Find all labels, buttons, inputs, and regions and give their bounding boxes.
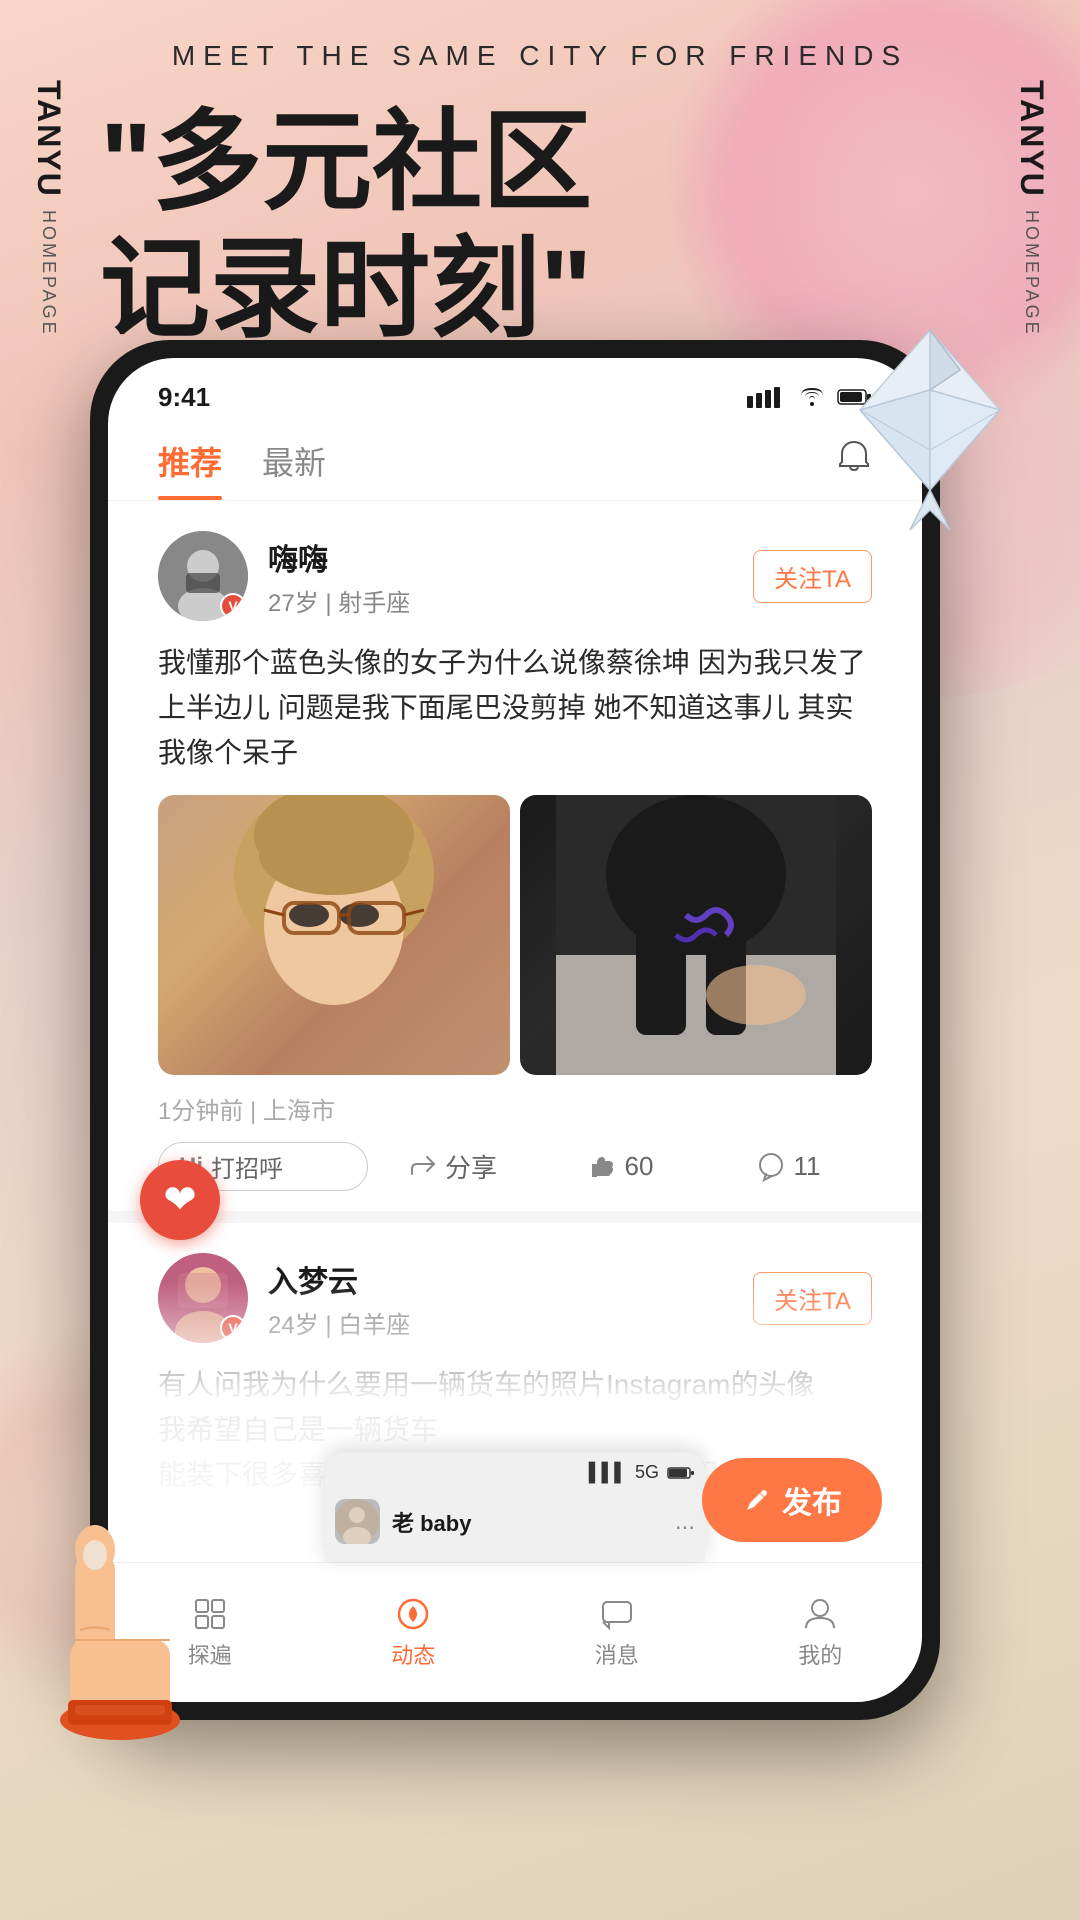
- side-text-right: TANYU HOMEPAGE: [1013, 80, 1050, 337]
- post-text-1: 我懂那个蓝色头像的女子为什么说像蔡徐坤 因为我只发了上半边儿 问题是我下面尾巴没…: [158, 641, 872, 775]
- share-btn[interactable]: 分享: [368, 1148, 536, 1185]
- heart-notification: ❤: [140, 1160, 220, 1240]
- nested-chat-name: 老 baby: [392, 1506, 663, 1538]
- messages-icon: [599, 1596, 635, 1632]
- headline-line2: 记录时刻": [100, 227, 592, 354]
- publish-label: 发布: [782, 1478, 842, 1522]
- side-text-left: TANYU HOMEPAGE: [30, 80, 67, 337]
- brand-name-right: TANYU: [1013, 80, 1050, 198]
- status-bar: 9:41: [108, 358, 922, 418]
- post-image-1a[interactable]: [158, 795, 510, 1075]
- nav-messages[interactable]: 消息: [595, 1596, 639, 1670]
- share-icon: [407, 1152, 437, 1182]
- phone-screen: 9:41: [108, 358, 922, 1702]
- brand-name-left: TANYU: [30, 80, 67, 198]
- nested-phone-preview[interactable]: ▌▌▌ 5G 老 baby ...: [325, 1452, 705, 1562]
- bottom-nav: 探遍 动态 消息 我的: [108, 1562, 922, 1702]
- follow-btn-1[interactable]: 关注TA: [753, 550, 872, 603]
- nested-chat-info: 老 baby: [392, 1506, 663, 1538]
- like-btn[interactable]: 60: [536, 1151, 704, 1182]
- nested-network: 5G: [635, 1462, 659, 1483]
- username-1: 嗨嗨: [268, 535, 733, 579]
- profile-icon: [802, 1596, 838, 1632]
- feed-icon: [395, 1596, 431, 1632]
- like-icon: [587, 1152, 617, 1182]
- nav-feed[interactable]: 动态: [391, 1596, 435, 1670]
- post-location-1: 1分钟前 | 上海市: [158, 1091, 872, 1126]
- publish-button[interactable]: 发布: [702, 1458, 882, 1542]
- feed-nav-tabs: 推荐 最新: [108, 418, 922, 501]
- user-meta-1: 27岁 | 射手座: [268, 583, 733, 618]
- status-time: 9:41: [158, 382, 210, 413]
- page-label-left: HOMEPAGE: [38, 210, 59, 337]
- tab-latest[interactable]: 最新: [262, 438, 326, 500]
- nested-more-icon[interactable]: ...: [675, 1508, 695, 1536]
- nested-chat-item[interactable]: 老 baby ...: [335, 1491, 695, 1552]
- main-headline: "多元社区 记录时刻": [100, 100, 592, 353]
- post-actions-1: Hi 打招呼 分享: [158, 1142, 872, 1191]
- nested-signal: ▌▌▌: [589, 1462, 627, 1483]
- post-images-1: [158, 795, 872, 1075]
- thumbs-up-hand: [20, 1490, 220, 1740]
- tab-recommended[interactable]: 推荐: [158, 438, 222, 500]
- post-card-1: V 嗨嗨 27岁 | 射手座 关注TA 我懂那个蓝色头像的女子为什么说像蔡徐坤 …: [108, 501, 922, 1223]
- paper-crane-decoration: [820, 310, 1040, 540]
- user-info-1: 嗨嗨 27岁 | 射手座: [268, 535, 733, 618]
- post-image-1b[interactable]: [520, 795, 872, 1075]
- nav-profile[interactable]: 我的: [798, 1596, 842, 1670]
- headline-line1: "多元社区: [100, 100, 592, 227]
- messages-label: 消息: [595, 1638, 639, 1670]
- post-header-1: V 嗨嗨 27岁 | 射手座 关注TA: [158, 531, 872, 621]
- avatar-1[interactable]: V: [158, 531, 248, 621]
- comment-icon: [756, 1152, 786, 1182]
- comment-btn[interactable]: 11: [704, 1151, 872, 1182]
- verified-badge-1: V: [220, 593, 246, 619]
- feed-label: 动态: [391, 1638, 435, 1670]
- top-tagline: MEET THE SAME CITY FOR FRIENDS: [0, 40, 1080, 72]
- profile-label: 我的: [798, 1638, 842, 1670]
- edit-icon: [742, 1485, 772, 1515]
